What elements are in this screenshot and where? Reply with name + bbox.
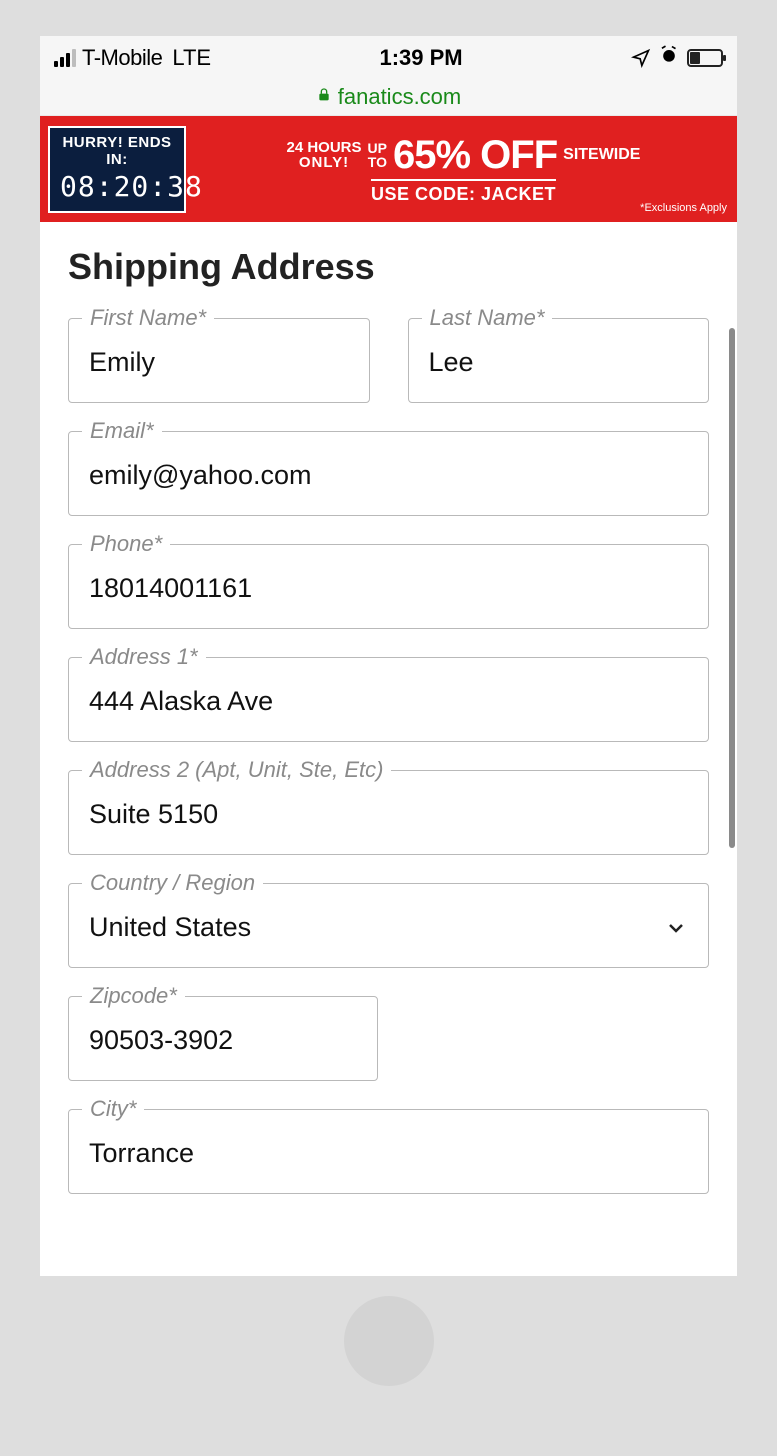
country-value: United States	[89, 912, 251, 943]
status-bar: T-Mobile LTE 1:39 PM fa	[40, 36, 737, 116]
form-scroll-area[interactable]: Shipping Address First Name* Last Name* …	[40, 222, 737, 1276]
signal-icon	[54, 49, 76, 67]
countdown-timer: HURRY! ENDS IN: 08:20:38	[48, 126, 186, 213]
url-bar[interactable]: fanatics.com	[40, 79, 737, 115]
country-label: Country / Region	[82, 870, 263, 896]
city-input[interactable]	[68, 1109, 709, 1194]
promo-sitewide: SITEWIDE	[563, 147, 640, 163]
email-label: Email*	[82, 418, 162, 444]
address1-label: Address 1*	[82, 644, 206, 670]
phone-label: Phone*	[82, 531, 170, 557]
address2-label: Address 2 (Apt, Unit, Ste, Etc)	[82, 757, 391, 783]
status-time: 1:39 PM	[379, 45, 462, 71]
screen: T-Mobile LTE 1:39 PM fa	[40, 36, 737, 1276]
promo-hours: 24 HOURS ONLY!	[287, 140, 362, 170]
promo-exclusions: *Exclusions Apply	[640, 202, 727, 214]
timer-label: HURRY! ENDS IN:	[60, 134, 174, 168]
promo-percent: 65% OFF	[393, 135, 557, 175]
home-button[interactable]	[344, 1296, 434, 1386]
network-label: LTE	[172, 45, 211, 71]
status-right	[631, 45, 723, 71]
page-title: Shipping Address	[68, 246, 709, 288]
location-arrow-icon	[631, 48, 651, 68]
url-text: fanatics.com	[338, 84, 462, 110]
status-bar-row: T-Mobile LTE 1:39 PM	[40, 36, 737, 79]
promo-upto: UP TO	[368, 141, 387, 169]
email-input[interactable]	[68, 431, 709, 516]
city-label: City*	[82, 1096, 144, 1122]
battery-icon	[687, 49, 723, 67]
first-name-label: First Name*	[82, 305, 214, 331]
chevron-down-icon	[664, 916, 688, 940]
promo-banner[interactable]: HURRY! ENDS IN: 08:20:38 24 HOURS ONLY! …	[40, 116, 737, 222]
carrier-label: T-Mobile	[82, 45, 162, 71]
device-frame: T-Mobile LTE 1:39 PM fa	[20, 0, 757, 1416]
promo-text: 24 HOURS ONLY! UP TO 65% OFF SITEWIDE US…	[198, 135, 729, 204]
promo-code: USE CODE: JACKET	[371, 179, 556, 203]
last-name-label: Last Name*	[422, 305, 553, 331]
scrollbar-thumb[interactable]	[729, 328, 735, 848]
timer-value: 08:20:38	[60, 170, 174, 203]
alarm-icon	[659, 45, 679, 71]
zipcode-label: Zipcode*	[82, 983, 185, 1009]
lock-icon	[316, 87, 332, 108]
status-left: T-Mobile LTE	[54, 45, 211, 71]
